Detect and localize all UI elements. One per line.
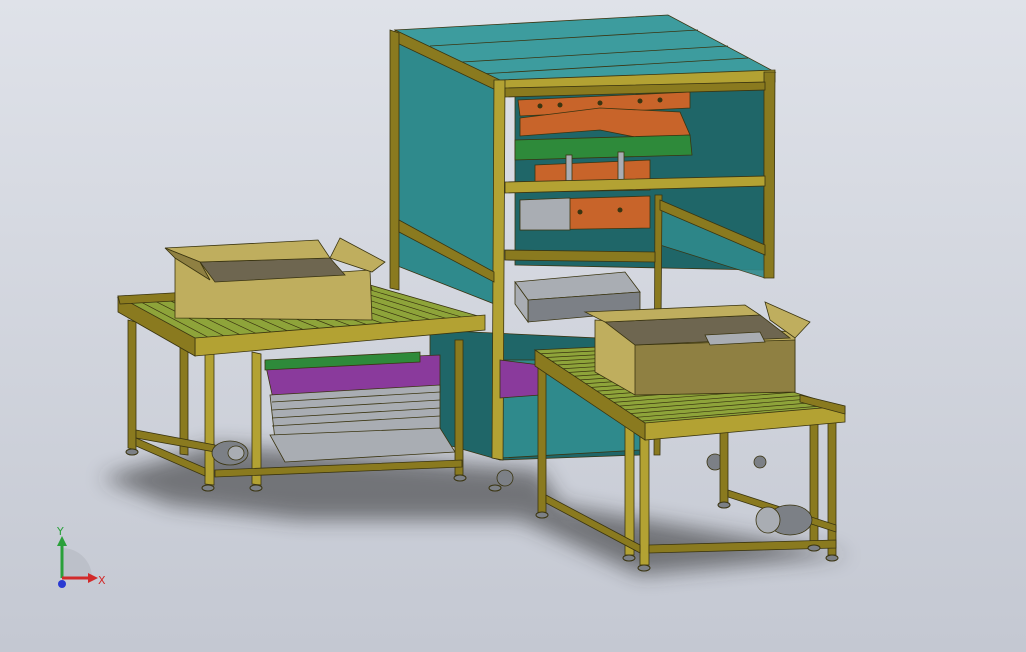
leveling-foot xyxy=(535,511,549,519)
leveling-foot xyxy=(488,484,502,492)
coordinate-triad-icon: Y X xyxy=(56,526,106,588)
z-axis-point xyxy=(58,580,66,588)
carton-right[interactable] xyxy=(583,301,811,396)
x-axis-arrow xyxy=(88,573,98,583)
leveling-foot xyxy=(125,448,139,456)
carton-left[interactable] xyxy=(164,237,386,321)
leveling-foot xyxy=(453,474,467,482)
leveling-foot xyxy=(825,554,839,562)
purple-carriage-right xyxy=(499,359,541,399)
triad-sweep xyxy=(62,548,92,578)
leveling-foot xyxy=(249,484,263,492)
machine-assembly-model[interactable] xyxy=(0,0,1026,652)
x-axis-label: X xyxy=(98,574,106,587)
leveling-foot xyxy=(807,544,821,552)
right-drive-motor[interactable] xyxy=(755,504,813,536)
gripper-head-face xyxy=(519,197,571,231)
leveling-foot xyxy=(622,554,636,562)
cad-viewport[interactable]: Y X xyxy=(0,0,1026,652)
left-drive-motor[interactable] xyxy=(211,440,249,466)
leveling-foot xyxy=(637,564,651,572)
carton-right-front-face xyxy=(634,339,796,396)
leveling-foot xyxy=(201,484,215,492)
y-axis-label: Y xyxy=(56,526,64,538)
leveling-foot xyxy=(717,501,731,509)
